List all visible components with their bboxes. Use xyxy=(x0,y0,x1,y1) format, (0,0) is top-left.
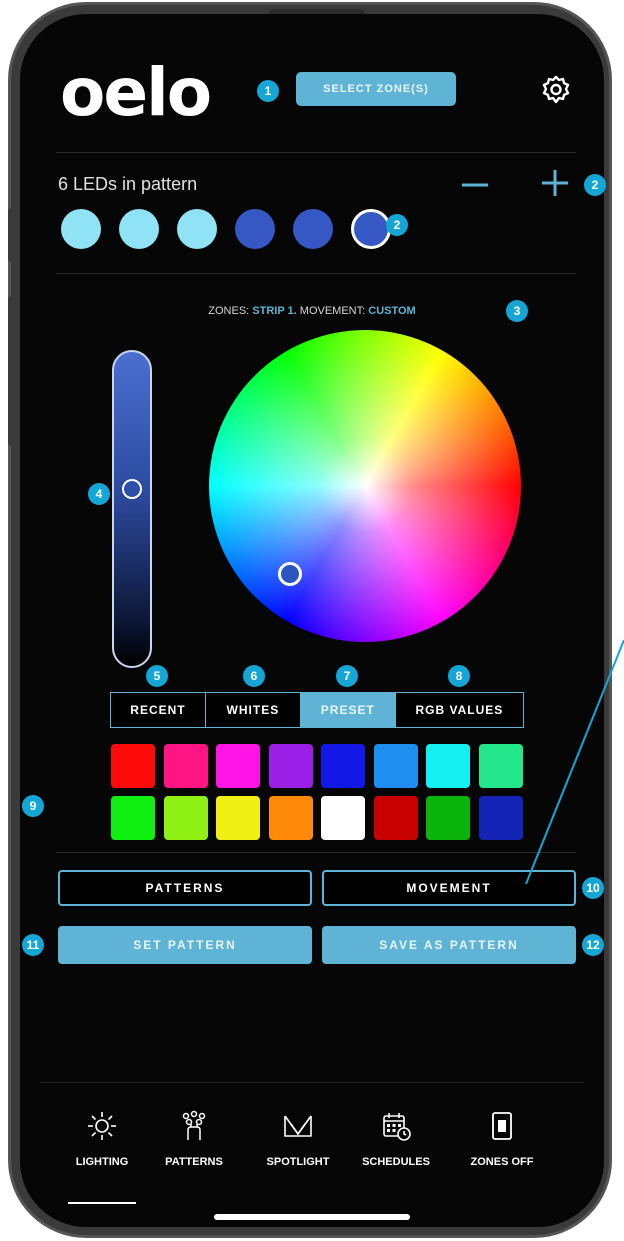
callout-8: 8 xyxy=(448,665,470,687)
callout-5: 5 xyxy=(146,665,168,687)
color-swatch[interactable] xyxy=(321,744,365,788)
color-swatch[interactable] xyxy=(216,744,260,788)
spotlight-icon xyxy=(284,1115,312,1137)
callout-2-plus: 2 xyxy=(584,174,606,196)
callout-2-led: 2 xyxy=(386,214,408,236)
color-swatch[interactable] xyxy=(426,796,470,840)
tab-whites[interactable]: WHITES xyxy=(205,693,301,727)
nav-label-zones-off: ZONES OFF xyxy=(470,1156,534,1168)
callout-3: 3 xyxy=(506,300,528,322)
side-button xyxy=(8,296,18,446)
led-dot[interactable] xyxy=(351,209,391,249)
color-swatch[interactable] xyxy=(216,796,260,840)
zones-label: ZONES: xyxy=(208,305,250,317)
tab-preset[interactable]: PRESET xyxy=(300,693,396,727)
pattern-icon xyxy=(182,1110,206,1140)
nav-label-lighting: LIGHTING xyxy=(75,1156,129,1168)
header-divider xyxy=(56,152,576,153)
zone-movement-info: ZONES: STRIP 1. MOVEMENT: CUSTOM xyxy=(0,305,624,317)
save-as-pattern-button[interactable]: SAVE AS PATTERN xyxy=(322,926,576,964)
nav-lighting[interactable]: LIGHTING xyxy=(52,1110,152,1168)
active-tab-indicator xyxy=(68,1202,136,1204)
color-source-tabs: RECENT WHITES PRESET RGB VALUES xyxy=(110,692,524,728)
movement-label: MOVEMENT: xyxy=(299,305,366,317)
nav-label-patterns: PATTERNS xyxy=(165,1156,223,1168)
tab-rgb-values[interactable]: RGB VALUES xyxy=(395,693,524,727)
movement-value: CUSTOM xyxy=(368,305,416,317)
color-swatch[interactable] xyxy=(111,796,155,840)
nav-zones-off[interactable]: ZONES OFF xyxy=(452,1110,552,1168)
movement-button[interactable]: MOVEMENT xyxy=(322,870,576,906)
color-swatch[interactable] xyxy=(163,796,208,840)
pattern-divider xyxy=(56,273,576,274)
plus-icon[interactable] xyxy=(540,168,570,198)
callout-11: 11 xyxy=(22,934,44,956)
led-dot[interactable] xyxy=(119,209,159,249)
minus-icon[interactable] xyxy=(460,170,490,200)
tab-recent[interactable]: RECENT xyxy=(111,693,206,727)
led-dot[interactable] xyxy=(235,209,275,249)
color-swatch[interactable] xyxy=(373,796,418,840)
color-swatch[interactable] xyxy=(478,796,523,840)
led-dot[interactable] xyxy=(177,209,217,249)
volume-button xyxy=(8,208,18,262)
led-dot[interactable] xyxy=(61,209,101,249)
calendar-icon xyxy=(383,1113,411,1141)
callout-7: 7 xyxy=(336,665,358,687)
switch-icon xyxy=(492,1112,512,1140)
callout-12: 12 xyxy=(582,934,604,956)
color-swatch[interactable] xyxy=(111,744,155,788)
callout-4: 4 xyxy=(88,483,110,505)
color-swatch[interactable] xyxy=(268,744,313,788)
brightness-slider-handle[interactable] xyxy=(122,479,142,499)
color-swatch[interactable] xyxy=(426,744,470,788)
callout-9: 9 xyxy=(22,795,44,817)
brightness-slider[interactable] xyxy=(112,350,152,668)
nav-patterns[interactable]: PATTERNS xyxy=(144,1110,244,1168)
sun-icon xyxy=(88,1112,116,1140)
color-swatch[interactable] xyxy=(373,744,418,788)
select-zones-button[interactable]: SELECT ZONE(S) xyxy=(296,72,456,106)
color-swatch[interactable] xyxy=(163,744,208,788)
nav-label-schedules: SCHEDULES xyxy=(362,1156,430,1168)
nav-spotlight[interactable]: SPOTLIGHT xyxy=(248,1110,348,1168)
callout-1: 1 xyxy=(257,80,279,102)
led-dot[interactable] xyxy=(293,209,333,249)
color-swatch[interactable] xyxy=(268,796,313,840)
color-swatch[interactable] xyxy=(478,744,523,788)
color-swatch[interactable] xyxy=(321,796,365,840)
oelo-logo: oelo xyxy=(60,54,212,131)
zone-name: STRIP 1. xyxy=(252,305,297,317)
home-indicator xyxy=(214,1214,410,1220)
patterns-button[interactable]: PATTERNS xyxy=(58,870,312,906)
swatch-divider xyxy=(56,852,576,853)
gear-icon[interactable] xyxy=(540,74,572,106)
callout-10: 10 xyxy=(582,877,604,899)
nav-schedules[interactable]: SCHEDULES xyxy=(346,1110,446,1168)
led-count-label: 6 LEDs in pattern xyxy=(58,174,198,194)
nav-label-spotlight: SPOTLIGHT xyxy=(266,1156,330,1168)
color-wheel[interactable] xyxy=(209,330,521,642)
set-pattern-button[interactable]: SET PATTERN xyxy=(58,926,312,964)
callout-6: 6 xyxy=(243,665,265,687)
color-wheel-handle[interactable] xyxy=(278,562,302,586)
